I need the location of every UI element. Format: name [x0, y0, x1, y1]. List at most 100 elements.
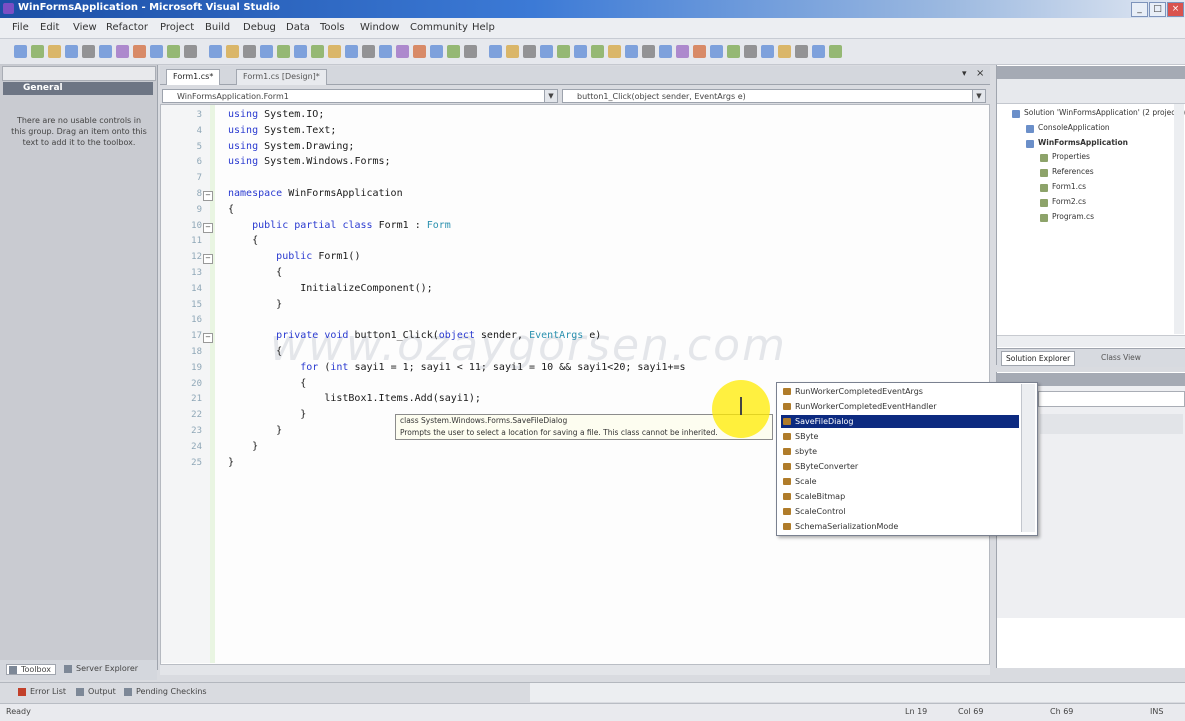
menu-data[interactable]: Data: [286, 22, 310, 33]
tab-form1-cs[interactable]: Form1.cs*: [166, 69, 221, 85]
toolbar-button-icon[interactable]: [489, 45, 502, 58]
toolbar-button-icon[interactable]: [209, 45, 222, 58]
toolbar-button-icon[interactable]: [328, 45, 341, 58]
menu-edit[interactable]: Edit: [40, 22, 59, 33]
code-line[interactable]: }: [228, 457, 234, 468]
toolbar-button-icon[interactable]: [795, 45, 808, 58]
toolbar-button-icon[interactable]: [464, 45, 477, 58]
tab-pending-checkins[interactable]: Pending Checkins: [124, 687, 207, 696]
toolbar-button-icon[interactable]: [362, 45, 375, 58]
toolbar-button-icon[interactable]: [744, 45, 757, 58]
code-line[interactable]: }: [228, 441, 258, 452]
solution-item[interactable]: Program.cs: [1052, 212, 1094, 221]
code-line[interactable]: {: [228, 204, 234, 215]
code-line[interactable]: private void button1_Click(object sender…: [228, 330, 601, 341]
toolbar-button-icon[interactable]: [345, 45, 358, 58]
code-line[interactable]: {: [228, 267, 282, 278]
toolbar-button-icon[interactable]: [430, 45, 443, 58]
solution-item[interactable]: Solution 'WinFormsApplication' (2 projec…: [1024, 108, 1185, 117]
toolbar-button-icon[interactable]: [226, 45, 239, 58]
toolbar-button-icon[interactable]: [557, 45, 570, 58]
menu-project[interactable]: Project: [160, 22, 194, 33]
toolbar-button-icon[interactable]: [761, 45, 774, 58]
class-combo[interactable]: WinFormsApplication.Form1 ▼: [162, 89, 558, 103]
toolbox-group-general[interactable]: General: [3, 82, 153, 95]
menu-community[interactable]: Community: [410, 22, 468, 33]
code-line[interactable]: {: [228, 346, 282, 357]
toolbar-button-icon[interactable]: [540, 45, 553, 58]
menu-file[interactable]: File: [12, 22, 29, 33]
code-line[interactable]: using System.IO;: [228, 109, 324, 120]
toolbar-button-icon[interactable]: [659, 45, 672, 58]
menu-view[interactable]: View: [73, 22, 97, 33]
collapse-icon[interactable]: −: [203, 333, 213, 344]
solution-item[interactable]: References: [1052, 167, 1094, 176]
close-document-icon[interactable]: ×: [976, 68, 984, 79]
tab-toolbox[interactable]: Toolbox: [6, 664, 56, 675]
toolbar-button-icon[interactable]: [778, 45, 791, 58]
toolbar-button-icon[interactable]: [294, 45, 307, 58]
intellisense-item[interactable]: sbyte: [781, 445, 1019, 458]
tab-output[interactable]: Output: [76, 687, 116, 696]
toolbar-button-icon[interactable]: [574, 45, 587, 58]
tab-server-explorer[interactable]: Server Explorer: [64, 664, 138, 673]
menu-refactor[interactable]: Refactor: [106, 22, 148, 33]
intellisense-item[interactable]: ScaleBitmap: [781, 490, 1019, 503]
maximize-button[interactable]: □: [1149, 2, 1166, 17]
code-line[interactable]: using System.Text;: [228, 125, 336, 136]
solution-item[interactable]: Properties: [1052, 152, 1090, 161]
collapse-icon[interactable]: −: [203, 191, 213, 201]
code-line[interactable]: for (int sayi1 = 1; sayi1 < 11; sayi1 = …: [228, 362, 685, 373]
solution-item[interactable]: ConsoleApplication: [1038, 123, 1110, 132]
properties-object-combo[interactable]: [1038, 391, 1185, 407]
tab-form1-design[interactable]: Form1.cs [Design]*: [236, 69, 327, 85]
code-line[interactable]: listBox1.Items.Add(sayi1);: [228, 393, 481, 404]
solution-item[interactable]: Form1.cs: [1052, 182, 1086, 191]
toolbar-button-icon[interactable]: [116, 45, 129, 58]
toolbar-button-icon[interactable]: [625, 45, 638, 58]
toolbar-button-icon[interactable]: [396, 45, 409, 58]
solution-item[interactable]: WinFormsApplication: [1038, 138, 1128, 147]
toolbar-button-icon[interactable]: [608, 45, 621, 58]
toolbar-button-icon[interactable]: [14, 45, 27, 58]
code-line[interactable]: namespace WinFormsApplication: [228, 188, 403, 199]
toolbar-button-icon[interactable]: [243, 45, 256, 58]
code-line[interactable]: public Form1(): [228, 251, 360, 262]
editor-hscroll[interactable]: [160, 664, 990, 675]
toolbar-button-icon[interactable]: [642, 45, 655, 58]
toolbar-button-icon[interactable]: [523, 45, 536, 58]
code-line[interactable]: {: [228, 378, 306, 389]
toolbar-button-icon[interactable]: [277, 45, 290, 58]
toolbar-button-icon[interactable]: [48, 45, 61, 58]
close-button[interactable]: ×: [1167, 2, 1184, 17]
menu-help[interactable]: Help: [472, 22, 495, 33]
toolbar-button-icon[interactable]: [133, 45, 146, 58]
intellisense-item[interactable]: SByte: [781, 430, 1019, 443]
collapse-icon[interactable]: −: [203, 222, 213, 233]
toolbar-button-icon[interactable]: [710, 45, 723, 58]
toolbar-button-icon[interactable]: [167, 45, 180, 58]
toolbar-button-icon[interactable]: [506, 45, 519, 58]
toolbar-button-icon[interactable]: [812, 45, 825, 58]
minimize-button[interactable]: _: [1131, 2, 1148, 17]
code-line[interactable]: using System.Windows.Forms;: [228, 156, 391, 167]
toolbar-button-icon[interactable]: [260, 45, 273, 58]
toolbar-button-icon[interactable]: [447, 45, 460, 58]
intellisense-list[interactable]: RunWorkerCompletedEventArgs RunWorkerComp…: [776, 382, 1038, 536]
solution-item[interactable]: Form2.cs: [1052, 197, 1086, 206]
toolbar-button-icon[interactable]: [379, 45, 392, 58]
code-line[interactable]: public partial class Form1 : Form: [228, 220, 451, 231]
toolbar-button-icon[interactable]: [82, 45, 95, 58]
code-line[interactable]: }: [228, 425, 282, 436]
menu-debug[interactable]: Debug: [243, 22, 276, 33]
collapse-icon[interactable]: −: [203, 254, 213, 265]
toolbar-button-icon[interactable]: [727, 45, 740, 58]
intellisense-item[interactable]: RunWorkerCompletedEventHandler: [781, 400, 1019, 413]
toolbar-button-icon[interactable]: [311, 45, 324, 58]
menu-window[interactable]: Window: [360, 22, 399, 33]
toolbar-button-icon[interactable]: [413, 45, 426, 58]
intellisense-item[interactable]: Scale: [781, 475, 1019, 488]
tab-error-list[interactable]: Error List: [18, 687, 66, 696]
tab-solution-explorer[interactable]: Solution Explorer: [1001, 351, 1076, 366]
code-line[interactable]: }: [228, 299, 282, 310]
